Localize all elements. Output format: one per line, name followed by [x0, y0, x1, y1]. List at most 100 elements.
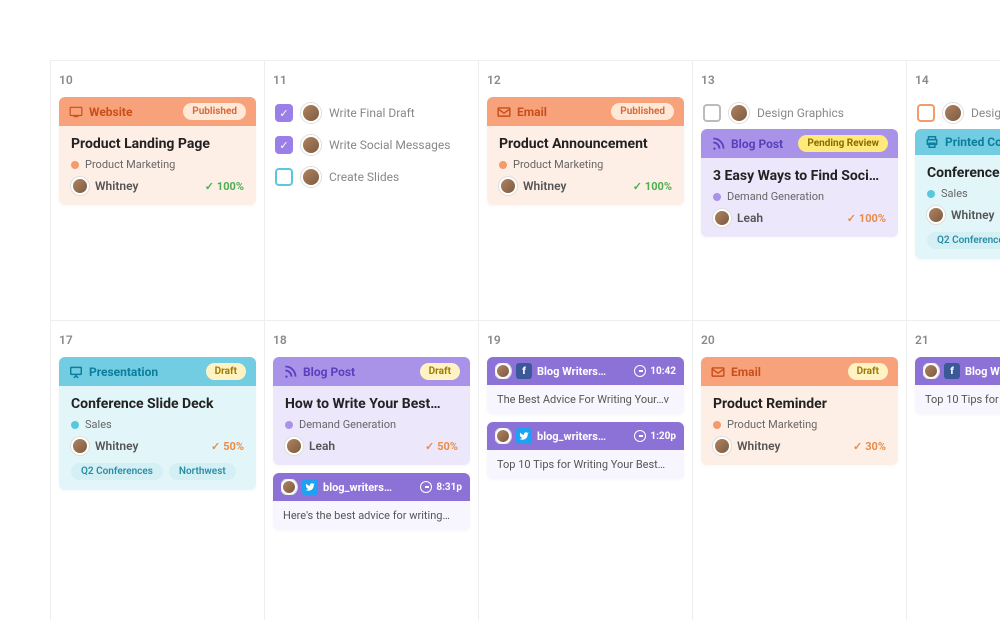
social-header: f Blog Writers… 10:42 [487, 357, 684, 385]
task-row[interactable]: Create Slides [273, 161, 470, 193]
content-card[interactable]: Printed Collat Conference Bro Sales Whit… [915, 129, 1000, 259]
avatar [301, 167, 321, 187]
status-badge: Published [183, 103, 246, 120]
task-row[interactable]: Design G [915, 97, 1000, 129]
task-row[interactable]: Design Graphics [701, 97, 898, 129]
card-body: Product Landing Page Product Marketing W… [59, 126, 256, 205]
status-badge: Published [611, 103, 674, 120]
social-header: blog_writers… 8:31p [273, 473, 470, 501]
content-card[interactable]: Email Published Product Announcement Pro… [487, 97, 684, 205]
card-title: Product Reminder [713, 396, 886, 412]
tag-pill[interactable]: Q2 Conferences [71, 463, 163, 480]
day-cell-10[interactable]: 10 Website Published Product Landing Pag… [50, 60, 264, 320]
day-cell-11[interactable]: 11 ✓ Write Final Draft ✓ Write Social Me… [264, 60, 478, 320]
status-badge: Draft [206, 363, 246, 380]
category-label: Product Marketing [85, 158, 175, 171]
content-card[interactable]: Blog Post Pending Review 3 Easy Ways to … [701, 129, 898, 237]
category-label: Product Marketing [513, 158, 603, 171]
avatar [301, 103, 321, 123]
checkbox-icon[interactable] [703, 104, 721, 122]
tag-pill[interactable]: Q2 Conferences [927, 232, 1000, 249]
category-dot-icon [499, 161, 507, 169]
clock-icon [634, 430, 646, 442]
card-title: Product Announcement [499, 136, 672, 152]
day-cell-13[interactable]: 13 Design Graphics Blog Post Pending Rev… [692, 60, 906, 320]
social-card[interactable]: f Blog Writers… 10:42 The Best Advice Fo… [487, 357, 684, 414]
card-type-label: Website [89, 105, 132, 119]
assignee-name: Whitney [523, 179, 566, 193]
category-dot-icon [285, 421, 293, 429]
facebook-icon: f [944, 363, 960, 379]
category-dot-icon [713, 193, 721, 201]
avatar [713, 209, 731, 227]
content-card[interactable]: Blog Post Draft How to Write Your Best… … [273, 357, 470, 465]
assignee-name: Leah [737, 211, 763, 225]
day-number: 10 [59, 73, 256, 87]
assignee: Leah [713, 209, 763, 227]
day-cell-19[interactable]: 19 f Blog Writers… 10:42 The Best Advice… [478, 320, 692, 620]
social-card[interactable]: blog_writers… 1:20p Top 10 Tips for Writ… [487, 422, 684, 479]
content-card[interactable]: Email Draft Product Reminder Product Mar… [701, 357, 898, 465]
card-header: Blog Post Draft [273, 357, 470, 386]
task-label: Write Social Messages [329, 138, 450, 152]
task-row[interactable]: ✓ Write Social Messages [273, 129, 470, 161]
tag-pill[interactable]: Northwest [169, 463, 236, 480]
day-cell-14[interactable]: 14 Design G Printed Collat Conference Br… [906, 60, 1000, 320]
category-row: Demand Generation [285, 418, 458, 431]
day-cell-12[interactable]: 12 Email Published Product Announcement … [478, 60, 692, 320]
social-header: f Blog Writers [915, 357, 1000, 385]
content-card[interactable]: Website Published Product Landing Page P… [59, 97, 256, 205]
social-time: 8:31p [420, 481, 462, 493]
progress-label: ✓50% [425, 440, 458, 453]
card-body: Conference Bro Sales Whitney Q2 Conferen… [915, 155, 1000, 259]
check-icon: ✓ [211, 440, 220, 453]
card-title: Product Landing Page [71, 136, 244, 152]
assignee: Leah [285, 437, 335, 455]
check-icon: ✓ [847, 212, 856, 225]
task-label: Create Slides [329, 170, 399, 184]
checkbox-icon[interactable] [917, 104, 935, 122]
day-cell-20[interactable]: 20 Email Draft Product Reminder Product … [692, 320, 906, 620]
day-cell-21[interactable]: 21 f Blog Writers Top 10 Tips for Writin [906, 320, 1000, 620]
card-title: How to Write Your Best… [285, 396, 458, 412]
assignee: Whitney [499, 177, 566, 195]
social-handle: blog_writers… [537, 430, 606, 443]
social-text: Top 10 Tips for Writing Your Best… [487, 450, 684, 479]
task-label: Write Final Draft [329, 106, 415, 120]
category-row: Sales [71, 418, 244, 431]
card-header: Website Published [59, 97, 256, 126]
twitter-icon [516, 428, 532, 444]
content-card[interactable]: Presentation Draft Conference Slide Deck… [59, 357, 256, 490]
checkbox-icon[interactable] [275, 168, 293, 186]
avatar [301, 135, 321, 155]
social-card[interactable]: blog_writers… 8:31p Here's the best advi… [273, 473, 470, 530]
assignee: Whitney [927, 206, 994, 224]
day-number: 14 [915, 73, 1000, 87]
card-header: Printed Collat [915, 129, 1000, 155]
email-icon [711, 365, 725, 379]
checkbox-icon[interactable]: ✓ [275, 136, 293, 154]
social-card[interactable]: f Blog Writers Top 10 Tips for Writin [915, 357, 1000, 414]
card-type-label: Printed Collat [945, 135, 1000, 149]
avatar [281, 479, 297, 495]
rss-icon [711, 137, 725, 151]
card-title: Conference Slide Deck [71, 396, 244, 412]
day-cell-18[interactable]: 18 Blog Post Draft How to Write Your Bes… [264, 320, 478, 620]
presentation-icon [69, 365, 83, 379]
avatar [923, 363, 939, 379]
task-label: Design Graphics [757, 106, 844, 120]
avatar [927, 206, 945, 224]
twitter-icon [302, 479, 318, 495]
checkbox-icon[interactable]: ✓ [275, 104, 293, 122]
avatar [71, 177, 89, 195]
card-title: 3 Easy Ways to Find Social… [713, 168, 886, 184]
tags-row: Q2 Conferences [927, 232, 1000, 249]
card-body: 3 Easy Ways to Find Social… Demand Gener… [701, 158, 898, 237]
card-header: Email Published [487, 97, 684, 126]
clock-icon [634, 365, 646, 377]
social-time: 10:42 [634, 365, 676, 377]
task-row[interactable]: ✓ Write Final Draft [273, 97, 470, 129]
category-label: Sales [85, 418, 112, 431]
day-cell-17[interactable]: 17 Presentation Draft Conference Slide D… [50, 320, 264, 620]
assignee-name: Whitney [95, 179, 138, 193]
